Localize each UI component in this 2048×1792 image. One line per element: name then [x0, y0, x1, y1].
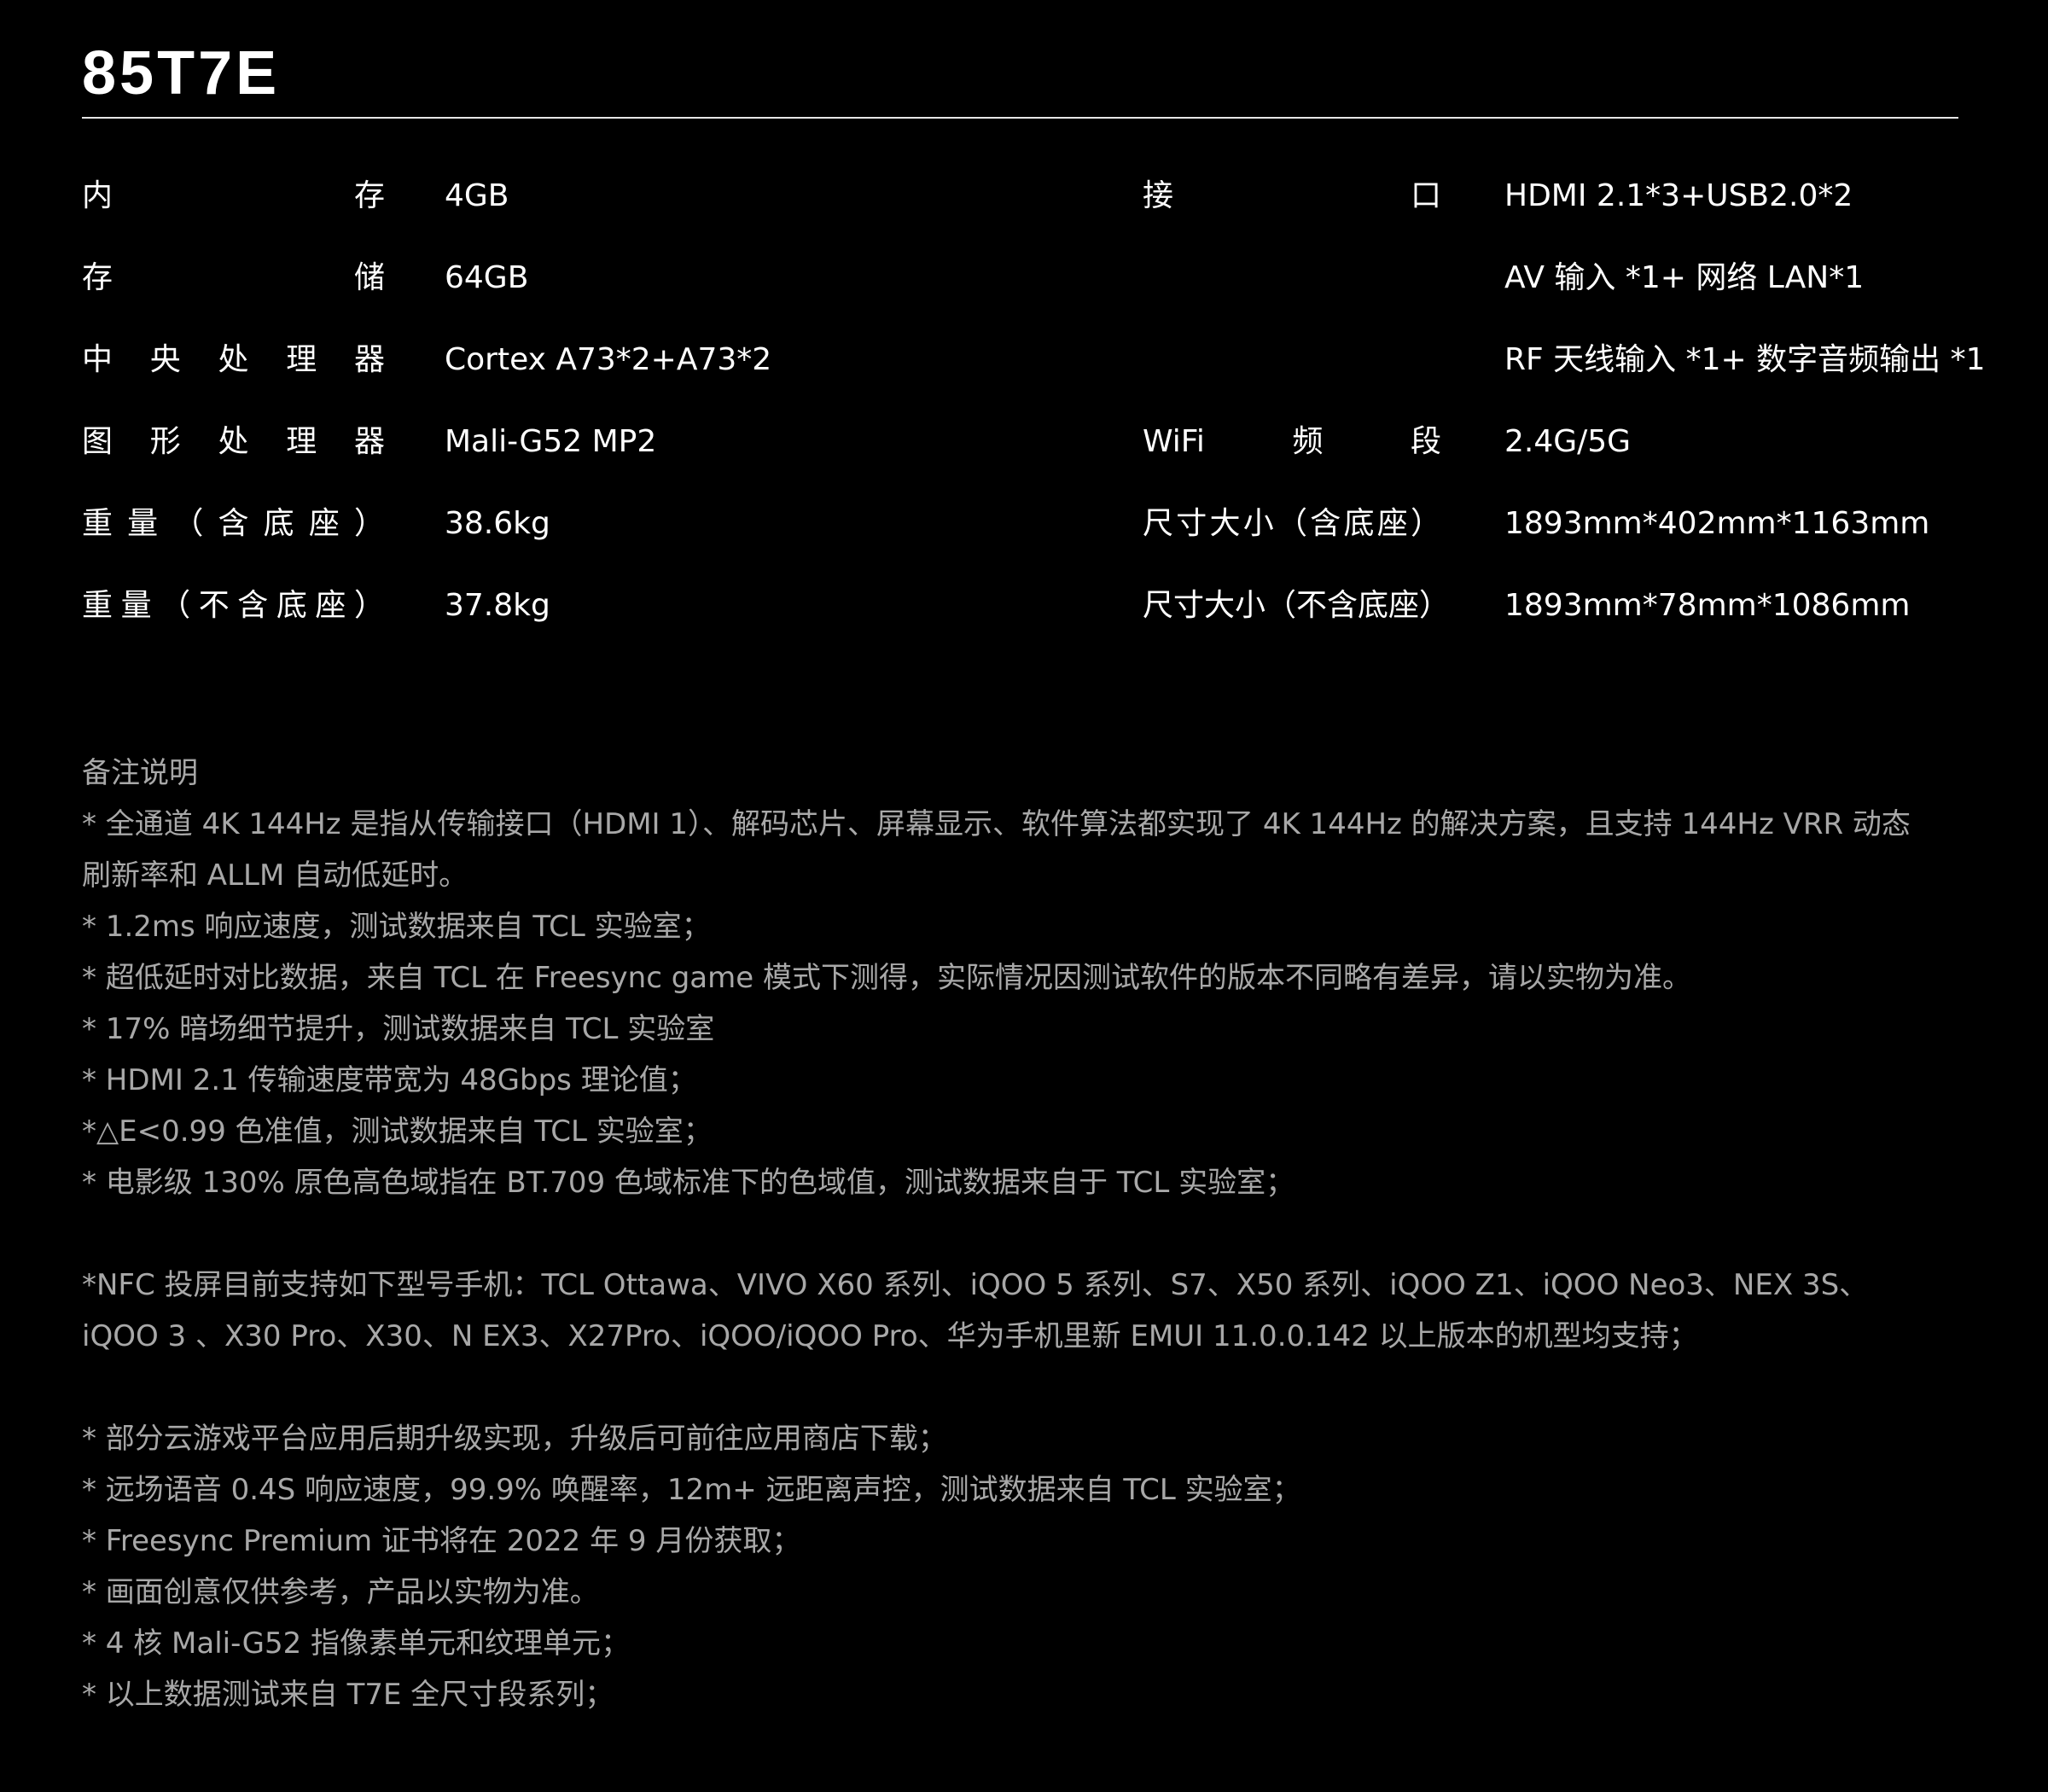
note-line: * 1.2ms 响应速度，测试数据来自 TCL 实验室；: [82, 910, 711, 944]
spec-value: HDMI 2.1*3+USB2.0*2: [1504, 178, 1853, 213]
note-line: * 4 核 Mali-G52 指像素单元和纹理单元；: [82, 1626, 631, 1661]
spec-value: 37.8kg: [445, 588, 550, 623]
spec-label: 图形处理器: [82, 424, 385, 459]
spec-label: 尺寸大小（含底座）: [1143, 506, 1441, 541]
spec-value: 1893mm*78mm*1086mm: [1504, 588, 1911, 623]
spec-row: 尺寸大小（含底座） 1893mm*402mm*1163mm: [1143, 483, 1996, 565]
spec-value: 4GB: [445, 178, 509, 213]
note-line: * 超低延时对比数据，来自 TCL 在 Freesync game 模式下测得，…: [82, 961, 1691, 995]
note-line: * 画面创意仅供参考，产品以实物为准。: [82, 1575, 599, 1609]
spec-value: 1893mm*402mm*1163mm: [1504, 506, 1930, 541]
spec-value: 2.4G/5G: [1504, 424, 1632, 459]
spec-label: 尺寸大小（不含底座）: [1143, 588, 1441, 623]
spec-label: 接口: [1143, 178, 1441, 213]
spec-row: 接口 HDMI 2.1*3+USB2.0*2: [1143, 155, 1996, 237]
spec-value: 38.6kg: [445, 506, 550, 541]
note-line: * Freesync Premium 证书将在 2022 年 9 月份获取；: [82, 1524, 801, 1558]
spec-row: 存储 64GB: [82, 237, 1089, 319]
spec-row: 重量（含底座） 38.6kg: [82, 483, 1089, 565]
spec-label: 中央处理器: [82, 342, 385, 377]
spec-label: 重量（不含底座）: [82, 588, 385, 623]
note-line: * 电影级 130% 原色高色域指在 BT.709 色域标准下的色域值，测试数据…: [82, 1166, 1295, 1200]
spec-row: 中央处理器 Cortex A73*2+A73*2: [82, 319, 1089, 401]
spec-value: Cortex A73*2+A73*2: [445, 342, 772, 377]
spec-value: 64GB: [445, 260, 529, 295]
specs-right-column: 接口 HDMI 2.1*3+USB2.0*2 AV 输入 *1+ 网络 LAN*…: [1143, 155, 1996, 647]
spec-row: AV 输入 *1+ 网络 LAN*1: [1143, 237, 1996, 319]
spec-row: 重量（不含底座） 37.8kg: [82, 565, 1089, 647]
notes-section: 备注说明 * 全通道 4K 144Hz 是指从传输接口（HDMI 1）、解码芯片…: [82, 748, 2002, 1720]
title-divider: [82, 117, 1958, 119]
note-line: * 17% 暗场细节提升，测试数据来自 TCL 实验室: [82, 1012, 715, 1046]
note-spacer: [82, 1208, 2002, 1260]
note-line: *△E<0.99 色准值，测试数据来自 TCL 实验室；: [82, 1114, 713, 1149]
spec-row: WiFi频段 2.4G/5G: [1143, 401, 1996, 483]
spec-row: RF 天线输入 *1+ 数字音频输出 *1: [1143, 319, 1996, 401]
note-line: iQOO 3 、X30 Pro、X30、N EX3、X27Pro、iQOO/iQ…: [82, 1319, 1698, 1353]
page-title: 85T7E: [82, 39, 281, 108]
spec-label: 存储: [82, 260, 385, 295]
spec-row: 内存 4GB: [82, 155, 1089, 237]
notes-heading: 备注说明: [82, 756, 198, 790]
note-line: * 远场语音 0.4S 响应速度，99.9% 唤醒率，12m+ 远距离声控，测试…: [82, 1473, 1301, 1507]
spec-row: 图形处理器 Mali-G52 MP2: [82, 401, 1089, 483]
spec-value: AV 输入 *1+ 网络 LAN*1: [1504, 260, 1865, 295]
note-line: * 以上数据测试来自 T7E 全尺寸段系列；: [82, 1678, 614, 1712]
spec-row: 尺寸大小（不含底座） 1893mm*78mm*1086mm: [1143, 565, 1996, 647]
specs-left-column: 内存 4GB 存储 64GB 中央处理器 Cortex A73*2+A73*2 …: [82, 155, 1089, 647]
note-line: *NFC 投屏目前支持如下型号手机：TCL Ottawa、VIVO X60 系列…: [82, 1268, 1869, 1302]
note-spacer: [82, 1362, 2002, 1413]
note-line: 刷新率和 ALLM 自动低延时。: [82, 858, 468, 893]
spec-value: Mali-G52 MP2: [445, 424, 657, 459]
note-line: * HDMI 2.1 传输速度带宽为 48Gbps 理论值；: [82, 1063, 697, 1097]
spec-label: WiFi频段: [1143, 424, 1441, 459]
spec-label: 内存: [82, 178, 385, 213]
note-line: * 全通道 4K 144Hz 是指从传输接口（HDMI 1）、解码芯片、屏幕显示…: [82, 807, 1911, 841]
spec-value: RF 天线输入 *1+ 数字音频输出 *1: [1504, 342, 1986, 377]
note-line: * 部分云游戏平台应用后期升级实现，升级后可前往应用商店下载；: [82, 1422, 947, 1456]
spec-label: 重量（含底座）: [82, 506, 385, 541]
